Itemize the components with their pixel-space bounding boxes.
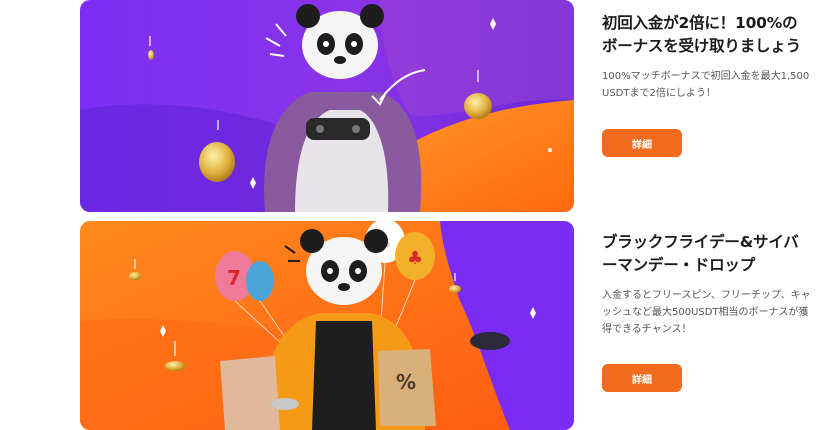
promo-banner-image[interactable]: 7 ♣ ♣ % [80, 221, 574, 430]
promo-info: 初回入金が2倍に！100%のボーナスを受け取りましょう 100%マッチボーナスで… [602, 12, 812, 157]
promo-description: 入金するとフリースピン、フリーチップ、キャッシュなど最大500USDT相当のボー… [602, 290, 811, 335]
svg-text:%: % [396, 370, 416, 394]
details-button[interactable]: 詳細 [602, 364, 682, 392]
svg-text:♣: ♣ [407, 248, 423, 269]
promo-info: ブラックフライデー&サイバーマンデー・ドロップ 入金するとフリースピン、フリーチ… [602, 231, 812, 392]
panda-controller-illustration [80, 0, 574, 212]
details-button[interactable]: 詳細 [602, 129, 682, 157]
promo-title: 初回入金が2倍に！100%のボーナスを受け取りましょう [602, 14, 801, 55]
svg-text:7: 7 [227, 266, 241, 290]
promo-card-first-deposit: 初回入金が2倍に！100%のボーナスを受け取りましょう 100%マッチボーナスで… [0, 0, 825, 212]
promo-description: 100%マッチボーナスで初回入金を最大1,500 USDTまで2倍にしよう！ [602, 71, 810, 99]
promo-card-black-friday: 7 ♣ ♣ % [0, 221, 825, 430]
panda-balloons-illustration: 7 ♣ ♣ % [80, 221, 574, 430]
promo-title: ブラックフライデー&サイバーマンデー・ドロップ [602, 233, 799, 274]
promo-banner-image[interactable] [80, 0, 574, 212]
